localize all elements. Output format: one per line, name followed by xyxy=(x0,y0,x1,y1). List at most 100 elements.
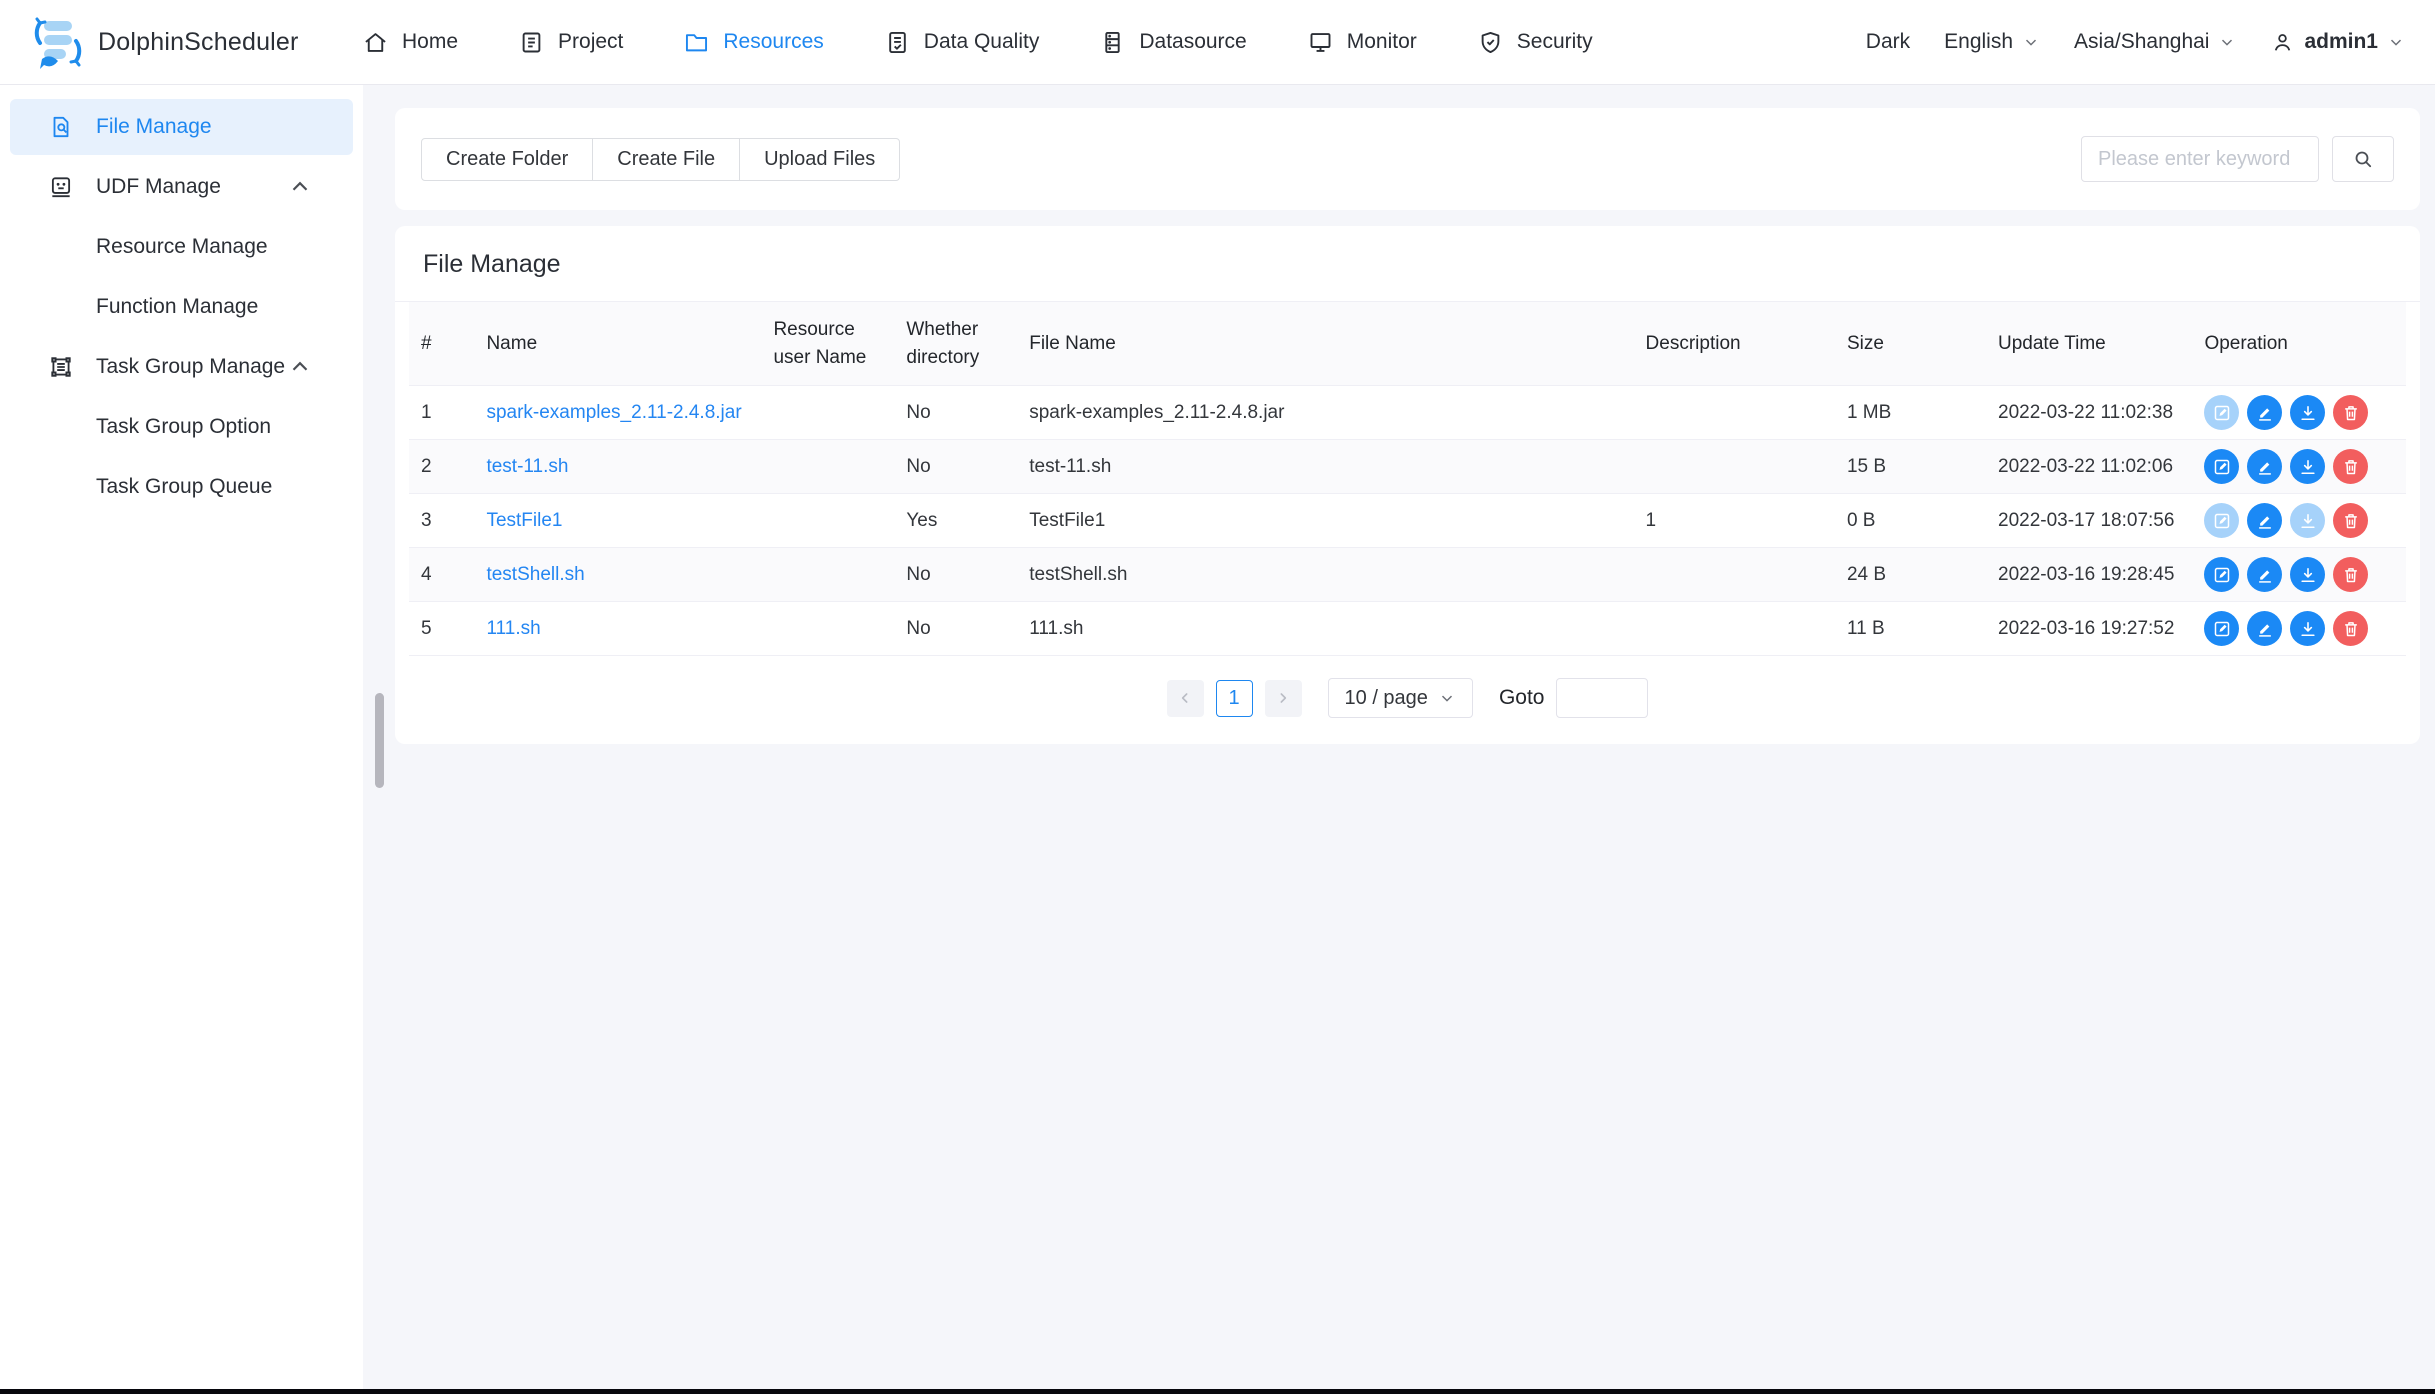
cell-update-time: 2022-03-16 19:27:52 xyxy=(1986,602,2192,656)
search-button[interactable] xyxy=(2332,136,2394,182)
download-button[interactable] xyxy=(2290,611,2325,646)
cell-file-name: TestFile1 xyxy=(1017,494,1633,548)
cell-resource-user xyxy=(761,494,894,548)
download-icon xyxy=(2298,619,2318,639)
create-folder-button[interactable]: Create Folder xyxy=(421,138,593,181)
previous-page-button[interactable] xyxy=(1167,680,1204,717)
scrollbar-thumb[interactable] xyxy=(375,693,384,788)
page-number-button[interactable]: 1 xyxy=(1216,680,1253,717)
edit-file-icon xyxy=(2212,457,2232,477)
delete-button[interactable] xyxy=(2333,449,2368,484)
file-name-link[interactable]: testShell.sh xyxy=(486,564,584,585)
nav-item-resources[interactable]: Resources xyxy=(683,29,823,56)
edit-file-icon xyxy=(2212,619,2232,639)
edit-file-icon xyxy=(2212,565,2232,585)
chevron-down-icon xyxy=(2218,33,2236,51)
cell-size: 0 B xyxy=(1835,494,1986,548)
download-icon xyxy=(2298,565,2318,585)
download-button[interactable] xyxy=(2290,395,2325,430)
timezone-dropdown[interactable]: Asia/Shanghai xyxy=(2074,30,2236,54)
delete-button[interactable] xyxy=(2333,503,2368,538)
col-update-time: Update Time xyxy=(1986,302,2192,386)
sidebar-item-task-group-queue[interactable]: Task Group Queue xyxy=(10,459,353,515)
theme-toggle-button[interactable]: Dark xyxy=(1866,30,1910,54)
cell-size: 1 MB xyxy=(1835,386,1986,440)
delete-button[interactable] xyxy=(2333,395,2368,430)
brand-logo[interactable]: DolphinScheduler xyxy=(30,15,330,70)
download-button[interactable] xyxy=(2290,503,2325,538)
cell-index: 3 xyxy=(409,494,474,548)
language-dropdown[interactable]: English xyxy=(1944,30,2040,54)
file-name-link[interactable]: spark-examples_2.11-2.4.8.jar xyxy=(486,402,741,423)
nav-item-monitor[interactable]: Monitor xyxy=(1307,29,1417,56)
search-input[interactable] xyxy=(2081,136,2319,182)
language-label: English xyxy=(1944,30,2013,54)
edit-file-button[interactable] xyxy=(2204,557,2239,592)
user-menu[interactable]: admin1 xyxy=(2270,30,2405,55)
rename-button[interactable] xyxy=(2247,395,2282,430)
file-name-link[interactable]: test-11.sh xyxy=(486,456,568,477)
upload-files-button[interactable]: Upload Files xyxy=(739,138,900,181)
cell-operation xyxy=(2192,440,2406,494)
delete-button[interactable] xyxy=(2333,557,2368,592)
home-icon xyxy=(362,29,389,56)
cell-resource-user xyxy=(761,386,894,440)
security-icon xyxy=(1477,29,1504,56)
folder-icon xyxy=(683,29,710,56)
rename-button[interactable] xyxy=(2247,557,2282,592)
create-file-button[interactable]: Create File xyxy=(592,138,740,181)
edit-file-button[interactable] xyxy=(2204,395,2239,430)
nav-item-home[interactable]: Home xyxy=(362,29,458,56)
nav-item-project[interactable]: Project xyxy=(518,29,623,56)
rename-button[interactable] xyxy=(2247,449,2282,484)
edit-file-button[interactable] xyxy=(2204,503,2239,538)
user-icon xyxy=(2270,30,2295,55)
window-bottom-edge xyxy=(0,1389,2435,1394)
edit-file-icon xyxy=(2212,403,2232,423)
cell-operation xyxy=(2192,494,2406,548)
page-size-select[interactable]: 10 / page xyxy=(1328,678,1473,718)
sidebar-item-function-manage[interactable]: Function Manage xyxy=(10,279,353,335)
toolbar-button-group: Create Folder Create File Upload Files xyxy=(421,138,900,181)
rename-icon xyxy=(2255,619,2275,639)
rename-button[interactable] xyxy=(2247,503,2282,538)
download-icon xyxy=(2298,457,2318,477)
goto-label: Goto xyxy=(1499,686,1545,710)
table-body: 1 spark-examples_2.11-2.4.8.jar No spark… xyxy=(409,386,2406,656)
edit-file-button[interactable] xyxy=(2204,449,2239,484)
sidebar-item-udf-manage[interactable]: UDF Manage xyxy=(10,159,353,215)
pagination: 1 10 / page Goto xyxy=(395,678,2420,718)
delete-icon xyxy=(2341,565,2361,585)
download-button[interactable] xyxy=(2290,557,2325,592)
delete-button[interactable] xyxy=(2333,611,2368,646)
chevron-down-icon xyxy=(2387,33,2405,51)
operation-buttons xyxy=(2204,611,2394,646)
sidebar-item-task-group-option[interactable]: Task Group Option xyxy=(10,399,353,455)
nav-item-data-quality[interactable]: Data Quality xyxy=(884,29,1040,56)
download-button[interactable] xyxy=(2290,449,2325,484)
file-name-link[interactable]: TestFile1 xyxy=(486,510,562,531)
file-name-link[interactable]: 111.sh xyxy=(486,618,540,639)
sidebar-item-file-manage[interactable]: File Manage xyxy=(10,99,353,155)
nav-label: Home xyxy=(402,30,458,54)
cell-update-time: 2022-03-17 18:07:56 xyxy=(1986,494,2192,548)
main-nav: Home Project Resources Data Quality Data… xyxy=(362,29,1866,56)
rename-icon xyxy=(2255,565,2275,585)
sidebar-item-task-group-manage[interactable]: Task Group Manage xyxy=(10,339,353,395)
page-title: File Manage xyxy=(395,226,2420,302)
nav-label: Datasource xyxy=(1139,30,1246,54)
udf-icon xyxy=(48,174,74,200)
col-whether-directory: Whether directory xyxy=(894,302,1017,386)
datasource-icon xyxy=(1099,29,1126,56)
sidebar-item-resource-manage[interactable]: Resource Manage xyxy=(10,219,353,275)
nav-item-security[interactable]: Security xyxy=(1477,29,1593,56)
download-icon xyxy=(2298,511,2318,531)
edit-file-button[interactable] xyxy=(2204,611,2239,646)
cell-index: 1 xyxy=(409,386,474,440)
rename-button[interactable] xyxy=(2247,611,2282,646)
goto-page-input[interactable] xyxy=(1556,678,1648,718)
nav-item-datasource[interactable]: Datasource xyxy=(1099,29,1246,56)
next-page-button[interactable] xyxy=(1265,680,1302,717)
chevron-left-icon xyxy=(1177,690,1193,706)
cell-index: 2 xyxy=(409,440,474,494)
